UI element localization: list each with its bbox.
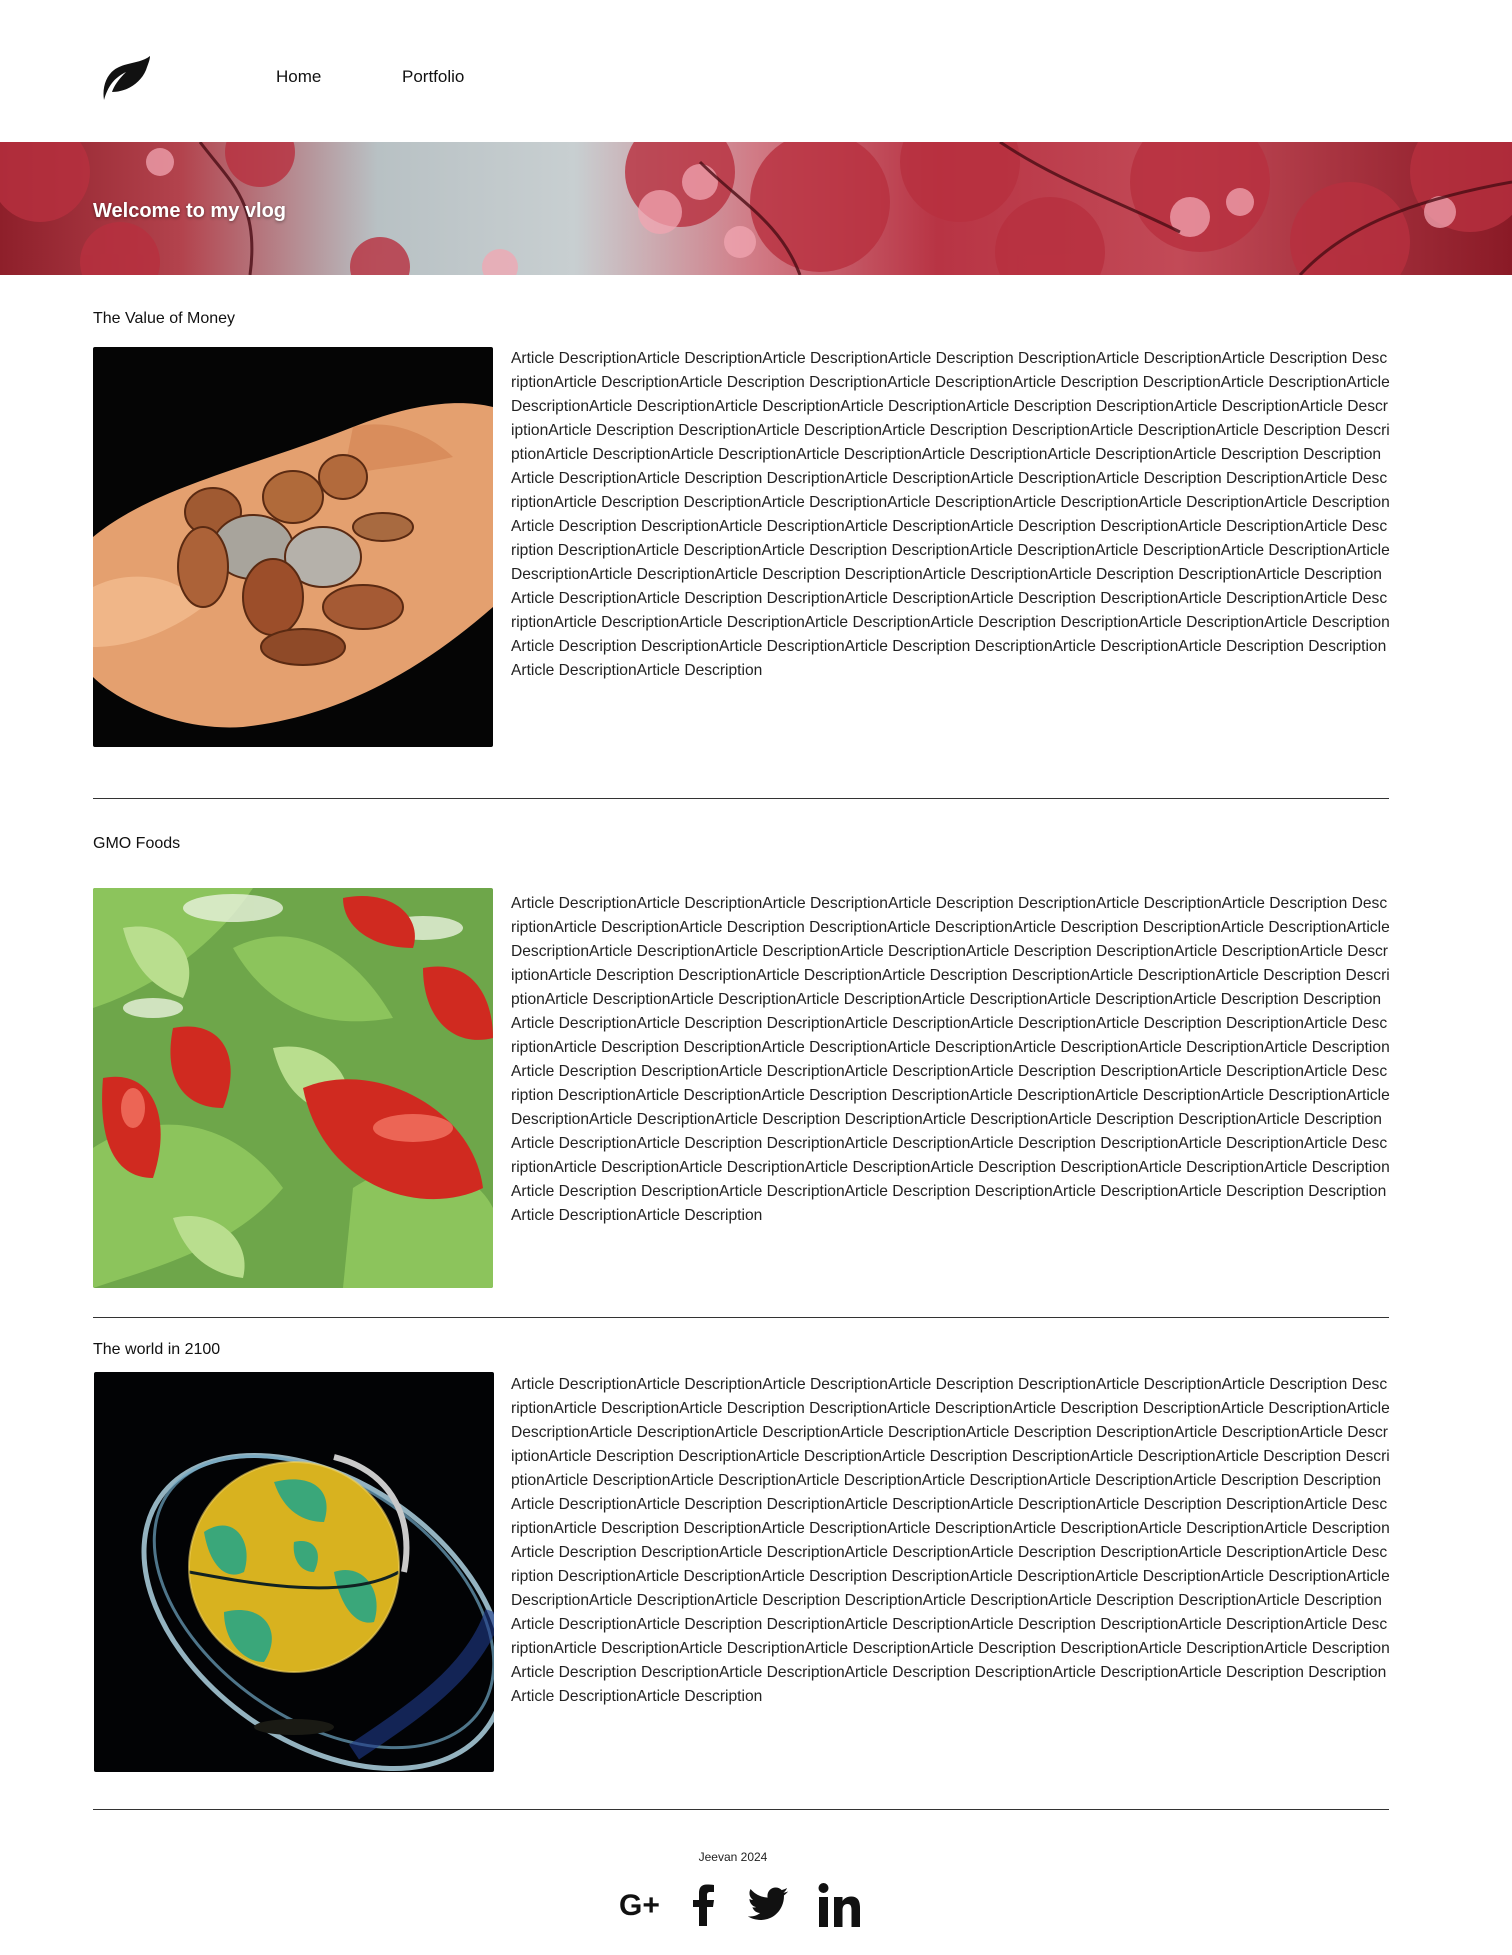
globe-image xyxy=(94,1372,494,1772)
facebook-icon[interactable] xyxy=(688,1882,718,1926)
salad-image xyxy=(93,888,493,1288)
article-description: Article DescriptionArticle DescriptionAr… xyxy=(511,1376,1390,1705)
google-plus-icon[interactable]: G+ xyxy=(619,1882,663,1926)
site-header: Home Portfolio xyxy=(0,0,1512,142)
nav-home-link[interactable]: Home xyxy=(276,67,321,87)
coins-in-hand-image xyxy=(93,347,493,747)
article-title[interactable]: The world in 2100 xyxy=(93,1341,220,1359)
hero-title: Welcome to my vlog xyxy=(93,200,287,222)
article-description: Article DescriptionArticle DescriptionAr… xyxy=(511,350,1390,679)
leaf-icon[interactable] xyxy=(100,56,152,104)
twitter-icon[interactable] xyxy=(746,1882,790,1926)
article-description: Article DescriptionArticle DescriptionAr… xyxy=(511,895,1390,1224)
nav-portfolio-link[interactable]: Portfolio xyxy=(402,67,464,87)
linkedin-icon[interactable] xyxy=(818,1882,862,1927)
divider xyxy=(93,798,1389,799)
article-title[interactable]: GMO Foods xyxy=(93,835,180,853)
divider xyxy=(93,1317,1389,1318)
article-title[interactable]: The Value of Money xyxy=(93,310,235,328)
hero-banner: Welcome to my vlog xyxy=(0,142,1512,275)
svg-text:G+: G+ xyxy=(619,1889,660,1922)
footer-credit: Jeevan 2024 xyxy=(698,1850,768,1864)
divider xyxy=(93,1809,1389,1810)
